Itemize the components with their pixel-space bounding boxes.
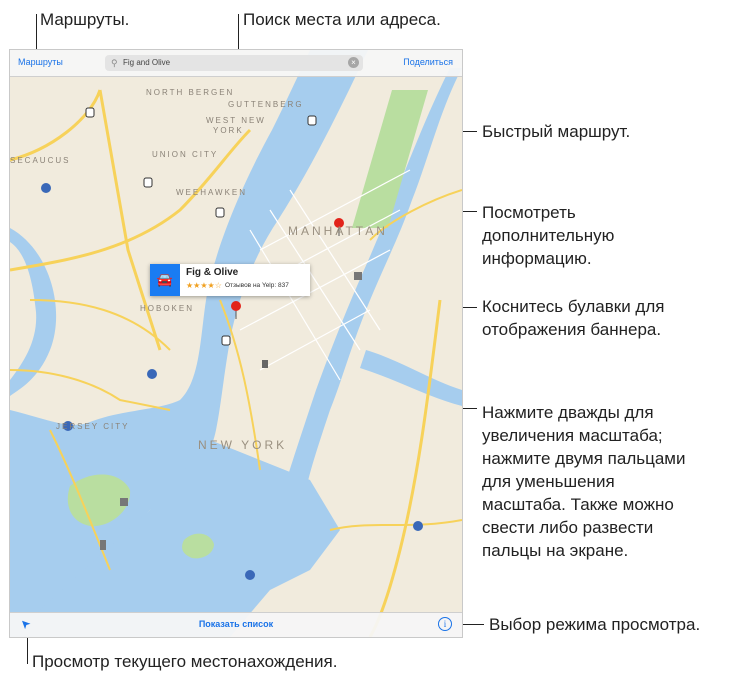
label-hoboken: HOBOKEN — [140, 304, 195, 313]
shield-1 — [85, 107, 95, 118]
callout-zoom-5: масштаба. Также можно — [482, 495, 674, 514]
callout-tap-pin-1: Коснитесь булавки для — [482, 297, 665, 316]
callout-zoom-6: свести либо развести — [482, 518, 654, 537]
callout-tap-pin-2: отображения баннера. — [482, 320, 662, 339]
label-west-new-york-1: WEST NEW — [206, 116, 266, 125]
label-west-new-york-2: YORK — [213, 126, 244, 135]
callout-zoom-1: Нажмите дважды для — [482, 403, 654, 422]
shield-3 — [143, 177, 153, 188]
callout-search: Поиск места или адреса. — [243, 10, 441, 29]
label-manhattan: MANHATTAN — [288, 224, 388, 238]
callout-zoom-3: нажмите двумя пальцами — [482, 449, 686, 468]
car-icon[interactable]: 🚘 — [150, 264, 180, 296]
shield-6 — [41, 183, 51, 193]
routes-button[interactable]: Маршруты — [18, 57, 63, 67]
landmark-1 — [262, 360, 268, 368]
clear-icon[interactable]: × — [348, 57, 359, 68]
shield-9 — [413, 521, 423, 531]
landmark-4 — [100, 540, 106, 550]
search-input[interactable]: ⚲ Fig and Olive × — [105, 55, 363, 71]
bottom-toolbar: ➤ Показать список i — [10, 612, 462, 637]
label-new-york: NEW YORK — [198, 438, 288, 452]
label-weehawken: WEEHAWKEN — [176, 188, 248, 197]
show-list-button[interactable]: Показать список — [10, 619, 462, 629]
callout-current-location: Просмотр текущего местонахождения. — [32, 652, 338, 671]
review-count: Отзывов на Yelp: 837 — [225, 282, 289, 289]
callout-more-info-2: дополнительную — [482, 226, 615, 245]
landmark-3 — [120, 498, 128, 506]
shield-4 — [215, 207, 225, 218]
callout-quick-route: Быстрый маршрут. — [482, 122, 631, 141]
callout-more-info-1: Посмотреть — [482, 203, 576, 222]
top-toolbar: Маршруты ⚲ Fig and Olive × Поделиться — [10, 50, 462, 77]
maps-screen: NORTH BERGEN GUTTENBERG WEST NEW YORK UN… — [9, 49, 463, 638]
shield-5 — [221, 335, 231, 346]
label-secaucus: SECAUCUS — [10, 156, 71, 165]
label-jersey-city: JERSEY CITY — [56, 422, 130, 431]
shield-10 — [245, 570, 255, 580]
share-button[interactable]: Поделиться — [403, 57, 453, 67]
callout-view-mode: Выбор режима просмотра. — [489, 615, 701, 634]
map-view[interactable] — [10, 50, 462, 637]
label-union-city: UNION CITY — [152, 150, 219, 159]
callout-more-info-3: информацию. — [482, 249, 592, 268]
search-query: Fig and Olive — [123, 58, 171, 67]
callout-zoom-2: увеличения масштаба; — [482, 426, 663, 445]
label-north-bergen: NORTH BERGEN — [146, 88, 235, 97]
label-guttenberg: GUTTENBERG — [228, 100, 304, 109]
search-icon: ⚲ — [111, 58, 118, 68]
callout-zoom-7: пальцы на экране. — [482, 541, 629, 560]
callout-zoom-4: для уменьшения — [482, 472, 615, 491]
place-name: Fig & Olive — [186, 267, 239, 278]
landmark-2 — [354, 272, 362, 280]
rating-stars: ★★★★☆ — [186, 281, 222, 290]
map-pin-icon-2 — [231, 301, 241, 311]
shield-7 — [147, 369, 157, 379]
info-icon[interactable]: i — [438, 617, 452, 631]
callout-routes: Маршруты. — [40, 10, 130, 29]
shield-2 — [307, 115, 317, 126]
place-banner[interactable]: 🚘 Fig & Olive ★★★★☆ Отзывов на Yelp: 837 — [150, 264, 310, 296]
leader-routes — [36, 14, 37, 52]
